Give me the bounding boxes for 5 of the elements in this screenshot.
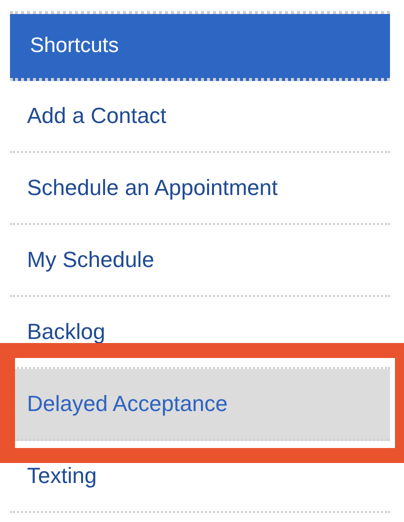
- shortcut-link[interactable]: Add a Contact: [10, 81, 390, 153]
- shortcut-link[interactable]: Schedule an Appointment: [10, 153, 390, 225]
- shortcut-link[interactable]: My Schedule: [10, 225, 390, 297]
- shortcut-link[interactable]: Texting: [10, 441, 390, 513]
- panel-header: Shortcuts: [10, 14, 390, 81]
